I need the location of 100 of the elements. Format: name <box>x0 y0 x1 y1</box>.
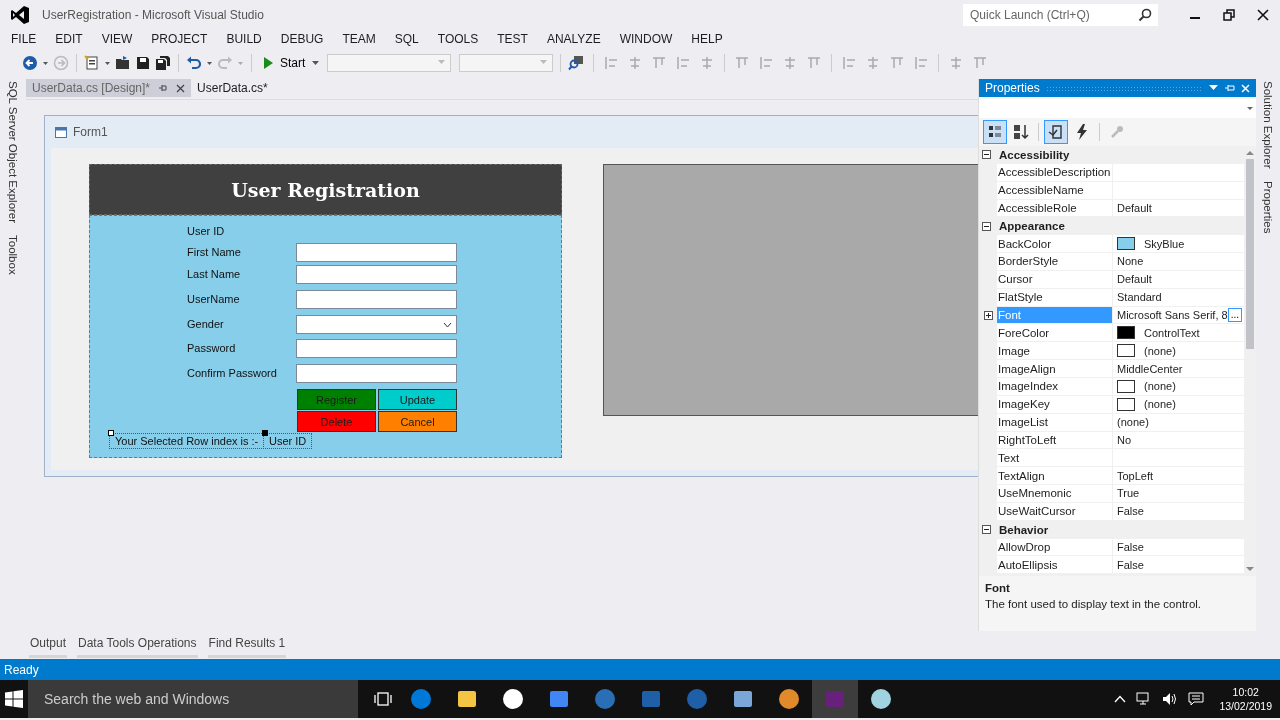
menu-item[interactable]: BUILD <box>226 31 262 46</box>
app-icon[interactable] <box>778 688 800 710</box>
property-value[interactable]: Default <box>1117 201 1152 214</box>
text-field[interactable] <box>296 364 457 383</box>
property-value[interactable]: (none) <box>1117 416 1149 429</box>
text-field[interactable] <box>296 290 457 309</box>
side-tab[interactable]: Properties <box>1262 180 1274 233</box>
selection-handle[interactable] <box>262 430 268 436</box>
property-value[interactable]: TopLeft <box>1117 469 1154 482</box>
expand-icon[interactable] <box>983 311 993 320</box>
menu-item[interactable]: TEST <box>497 31 528 46</box>
side-tab[interactable]: Toolbox <box>7 235 19 275</box>
side-tab[interactable]: SQL Server Object Explorer <box>7 81 19 224</box>
property-value[interactable]: Standard <box>1117 291 1162 304</box>
property-name[interactable]: Image <box>997 342 1113 361</box>
property-name[interactable]: BorderStyle <box>997 253 1113 271</box>
properties-icon[interactable] <box>1044 120 1068 144</box>
property-value[interactable]: ControlText <box>1144 326 1200 339</box>
menu-item[interactable]: HELP <box>691 31 723 46</box>
start-button[interactable]: Start <box>259 53 324 72</box>
undo-icon[interactable] <box>186 54 202 71</box>
property-value[interactable]: No <box>1117 433 1132 446</box>
document-tab[interactable]: UserData.cs [Design]* <box>26 79 192 97</box>
property-value[interactable]: Default <box>1117 273 1152 286</box>
app-icon[interactable] <box>732 688 754 710</box>
quick-launch-field[interactable]: Quick Launch (Ctrl+Q) <box>963 4 1158 26</box>
property-value[interactable]: None <box>1117 255 1144 268</box>
text-field[interactable] <box>296 339 457 358</box>
value-cell[interactable]: MiddleCenter <box>1113 360 1244 378</box>
menu-item[interactable]: PROJECT <box>151 31 208 46</box>
pin-icon[interactable] <box>1224 83 1235 93</box>
menu-item[interactable]: TOOLS <box>437 31 479 46</box>
volume-icon[interactable] <box>1162 692 1179 706</box>
notification-icon[interactable] <box>1188 692 1205 706</box>
save-icon[interactable] <box>135 54 151 71</box>
value-cell[interactable]: ControlText <box>1113 324 1244 343</box>
property-value[interactable]: False <box>1117 541 1144 553</box>
new-project-icon[interactable] <box>84 54 100 71</box>
clock-time[interactable]: 10:02 <box>1232 685 1259 699</box>
scroll-up-icon[interactable] <box>1246 150 1254 156</box>
caret-icon[interactable] <box>1209 85 1218 91</box>
property-value[interactable]: Microsoft Sans Serif, 8 <box>1117 309 1228 321</box>
side-tab[interactable]: Solution Explorer <box>1262 81 1274 169</box>
collapse-icon[interactable] <box>982 525 991 535</box>
property-name[interactable]: ImageAlign <box>997 360 1113 378</box>
menu-item[interactable]: FILE <box>11 31 37 46</box>
property-name[interactable]: UseMnemonic <box>997 485 1113 503</box>
selection-handle[interactable] <box>108 430 114 436</box>
search-field[interactable]: Search the web and Windows <box>28 680 358 718</box>
document-tab[interactable]: UserData.cs* <box>191 79 274 97</box>
windows-logo-icon[interactable] <box>5 690 23 708</box>
property-value[interactable]: False <box>1117 558 1144 571</box>
property-value[interactable]: False <box>1117 505 1144 518</box>
menu-item[interactable]: EDIT <box>55 31 83 46</box>
save-all-icon[interactable] <box>155 54 171 71</box>
app-icon[interactable] <box>870 688 892 710</box>
collapse-icon[interactable] <box>982 150 991 160</box>
property-value[interactable]: MiddleCenter <box>1117 362 1183 375</box>
close-icon[interactable] <box>176 83 186 93</box>
form-button[interactable]: Delete <box>297 411 376 432</box>
scroll-thumb[interactable] <box>1246 159 1254 349</box>
value-cell[interactable]: (none) <box>1113 342 1244 361</box>
property-value[interactable]: (none) <box>1144 380 1176 393</box>
property-name[interactable]: Text <box>997 449 1113 468</box>
app-icon[interactable] <box>456 688 478 710</box>
menu-item[interactable]: ANALYZE <box>546 31 601 46</box>
value-cell[interactable]: TopLeft <box>1113 467 1244 486</box>
value-cell[interactable]: None <box>1113 253 1244 271</box>
property-value[interactable]: (none) <box>1144 398 1176 411</box>
form-button[interactable]: Update <box>378 389 457 410</box>
ellipsis-button[interactable]: ... <box>1227 308 1242 322</box>
property-value[interactable]: True <box>1117 487 1140 500</box>
scroll-down-icon[interactable] <box>1246 566 1254 572</box>
app-icon[interactable] <box>502 688 524 710</box>
value-cell[interactable]: True <box>1113 485 1244 503</box>
clock-date[interactable]: 13/02/2019 <box>1219 699 1272 713</box>
pin-icon[interactable] <box>158 83 169 93</box>
value-cell[interactable]: SkyBlue <box>1113 235 1244 254</box>
close-icon[interactable] <box>1257 9 1269 21</box>
form-button[interactable]: Cancel <box>378 411 457 432</box>
open-folder-icon[interactable] <box>115 54 131 71</box>
collapse-icon[interactable] <box>982 221 991 231</box>
back-icon[interactable] <box>22 54 38 71</box>
chevron-up-icon[interactable] <box>1114 695 1127 703</box>
dropdown-field[interactable] <box>296 315 457 334</box>
property-name[interactable]: TextAlign <box>997 467 1113 486</box>
property-name[interactable]: BackColor <box>997 235 1113 254</box>
task-view-icon[interactable] <box>373 691 393 707</box>
menu-item[interactable]: DEBUG <box>280 31 324 46</box>
menu-item[interactable]: WINDOW <box>619 31 673 46</box>
menu-item[interactable]: SQL <box>394 31 419 46</box>
property-name[interactable]: ForeColor <box>997 324 1113 343</box>
menu-item[interactable]: VIEW <box>101 31 133 46</box>
property-value[interactable]: SkyBlue <box>1144 237 1185 250</box>
restore-icon[interactable] <box>1223 9 1235 21</box>
text-field[interactable] <box>296 265 457 284</box>
text-field[interactable] <box>296 243 457 262</box>
categorized-icon[interactable] <box>983 120 1007 144</box>
property-name[interactable]: AutoEllipsis <box>997 556 1113 575</box>
property-value[interactable]: (none) <box>1144 344 1176 357</box>
